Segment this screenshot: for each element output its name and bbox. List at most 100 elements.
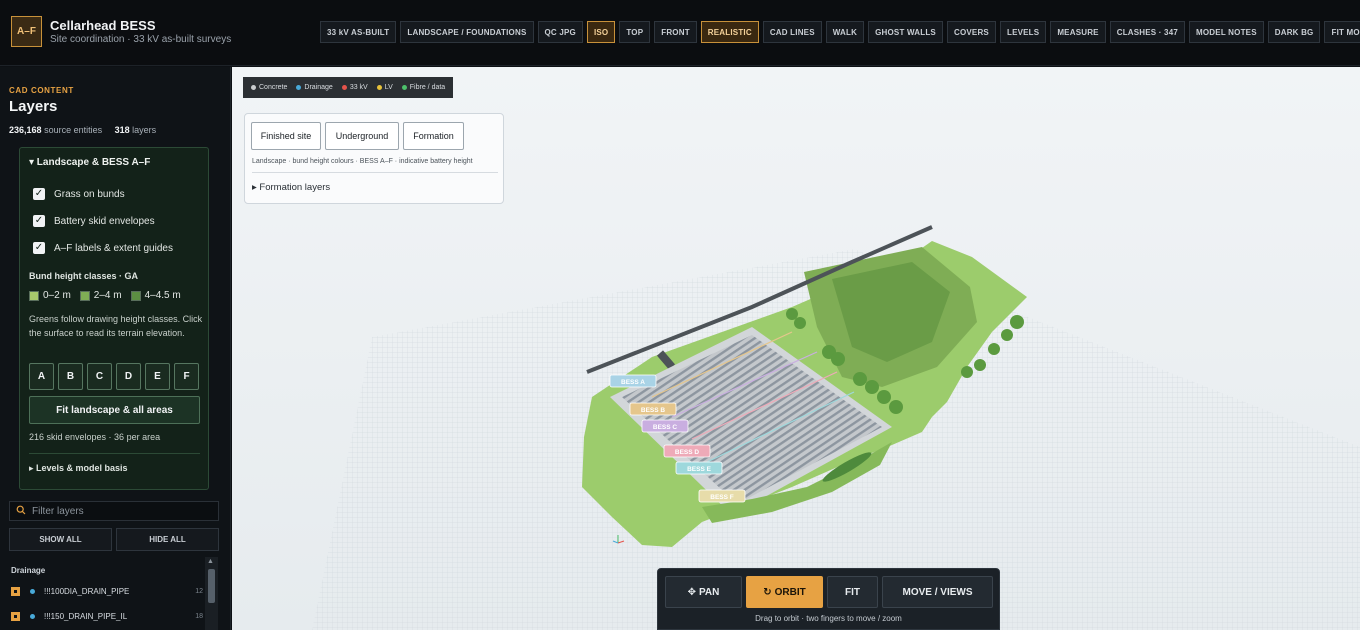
layers-scrollbar[interactable]: ▲ [205,557,218,630]
area-buttons: A B C D E F [29,363,199,390]
hide-all-button[interactable]: HIDE ALL [116,528,219,551]
area-f-button[interactable]: F [174,363,199,390]
toolbar-model-notes-button[interactable]: MODEL NOTES [1189,21,1264,43]
sidebar-stats: 236,168 source entities 318 layers [9,125,156,135]
bess-c-label: BESS C [653,424,678,431]
pan-button[interactable]: ✥ PAN [665,576,742,608]
legend-dot [296,85,302,90]
area-a-button[interactable]: A [29,363,54,390]
legend-label: 33 kV [349,84,368,91]
bund-swatch [29,290,39,301]
filter-layers-field[interactable] [9,501,219,521]
skid-envelopes-note: 216 skid envelopes · 36 per area [29,432,161,442]
sidebar-kicker: CAD CONTENT [9,86,74,95]
layer-name: !!!150_DRAIN_PIPE_IL [44,611,128,621]
underground-button[interactable]: Underground [325,122,399,150]
move-views-button[interactable]: MOVE / VIEWS [882,576,993,608]
app-header: A–F Cellarhead BESS Site coordination · … [0,0,1360,66]
legend-dot [376,85,382,90]
toolbar-levels-button[interactable]: LEVELS [999,21,1047,43]
legend-dot [401,85,407,90]
area-c-button[interactable]: C [87,363,112,390]
toolbar-dark-bg-button[interactable]: DARK BG [1267,21,1321,43]
legend-dot [251,85,256,90]
toolbar-covers-button[interactable]: COVERS [946,21,996,43]
panel-heading[interactable]: ▾ Landscape & BESS A–F [29,157,150,168]
layer-count: 12 [195,587,203,595]
toolbar-walk-button[interactable]: WALK [825,21,865,43]
labels-extent-guides-label: A–F labels & extent guides [54,242,173,254]
toolbar-cad-lines-button[interactable]: CAD LINES [762,21,822,43]
bund-class-4-45: 4–4.5 m [130,290,181,301]
layer-count: 18 [195,612,203,620]
sidebar-title: Layers [9,98,58,115]
toolbar-qc-jpg-button[interactable]: QC JPG [537,21,583,43]
toolbar-33kv-as-built-button[interactable]: 33 kV AS-BUILT [320,21,397,43]
toolbar-measure-button[interactable]: MEASURE [1050,21,1106,43]
legend-label: Drainage [304,84,333,91]
fit-landscape-button[interactable]: Fit landscape & all areas [29,396,200,424]
toolbar-fit-model-button[interactable]: FIT MODEL [1324,21,1360,43]
formation-button[interactable]: Formation [403,122,464,150]
layer-group-drainage[interactable]: Drainage [11,566,45,575]
show-all-button[interactable]: SHOW ALL [9,528,112,551]
move-icon: ✥ [687,586,696,598]
toolbar-clashes-button[interactable]: CLASHES · 347 [1109,21,1186,43]
filter-layers-input[interactable] [32,505,202,517]
toolbar-front-button[interactable]: FRONT [654,21,697,43]
layer-row[interactable]: !!!150_DRAIN_PIPE_IL 18 [11,608,203,624]
checkbox-checked-icon[interactable]: ✓ [33,188,45,200]
legend-dot [341,85,347,90]
area-e-button[interactable]: E [145,363,170,390]
bund-class-0-2: 0–2 m [29,290,71,301]
levels-model-basis-toggle[interactable]: ▸ Levels & model basis [29,463,128,474]
scene-mode-card: Finished site Underground Formation Land… [244,113,504,204]
toolbar-top-button[interactable]: TOP [619,21,651,43]
fit-button[interactable]: FIT [827,576,878,608]
legend-fibre: Fibre / data [401,84,445,91]
checkbox-checked-icon[interactable]: ✓ [33,242,45,254]
app-subtitle: Site coordination · 33 kV as-built surve… [50,34,232,45]
toolbar-landscape-foundations-button[interactable]: LANDSCAPE / FOUNDATIONS [400,21,534,43]
bess-e-label: BESS E [687,466,712,473]
search-icon [16,502,26,520]
app-logo: A–F [11,16,42,47]
pan-label: PAN [699,586,720,598]
legend-lv: LV [376,84,393,91]
legend-33kv: 33 kV [341,84,368,91]
app-title: Cellarhead BESS [50,18,156,33]
labels-extent-guides-toggle[interactable]: ✓ A–F labels & extent guides [33,242,173,254]
grass-on-bunds-toggle[interactable]: ✓ Grass on bunds [33,188,125,200]
formation-layers-toggle[interactable]: ▸ Formation layers [252,182,330,193]
mode-note: Landscape · bund height colours · BESS A… [252,158,473,165]
toolbar-iso-button[interactable]: ISO [586,21,616,43]
toolbar-realistic-button[interactable]: REALISTIC [700,21,759,43]
bund-height-title: Bund height classes · GA [29,271,139,281]
bess-a-label: BESS A [621,379,645,386]
navigation-hint: Drag to orbit · two fingers to move / zo… [755,614,902,623]
entities-label: source entities [44,125,103,135]
orbit-button[interactable]: ↻ ORBIT [746,576,823,608]
bund-class-label: 0–2 m [43,290,71,301]
greens-note: Greens follow drawing height classes. Cl… [29,314,203,338]
finished-site-button[interactable]: Finished site [251,122,321,150]
checkbox-checked-icon[interactable]: ✓ [33,215,45,227]
area-d-button[interactable]: D [116,363,141,390]
3d-viewport[interactable]: BESS A BESS B BESS C BESS D BESS E BESS … [232,67,1360,630]
battery-skid-envelopes-toggle[interactable]: ✓ Battery skid envelopes [33,215,155,227]
area-b-button[interactable]: B [58,363,83,390]
toolbar-ghost-walls-button[interactable]: GHOST WALLS [868,21,943,43]
layer-visible-checkbox[interactable] [11,586,20,596]
bund-swatch [79,290,90,301]
legend-concrete: Concrete [251,84,287,91]
scrollbar-thumb[interactable] [208,569,215,603]
bund-class-label: 2–4 m [93,290,122,301]
layer-row[interactable]: !!!100DIA_DRAIN_PIPE 12 [11,583,203,599]
bund-height-legend: 0–2 m 2–4 m 4–4.5 m [29,290,181,301]
layer-visible-checkbox[interactable] [11,611,20,621]
battery-skid-envelopes-label: Battery skid envelopes [54,215,155,227]
view-toolbar: 33 kV AS-BUILT LANDSCAPE / FOUNDATIONS Q… [320,21,1360,43]
legend-label: LV [384,84,393,91]
scroll-up-icon[interactable]: ▲ [207,558,214,565]
legend-drainage: Drainage [296,84,333,91]
